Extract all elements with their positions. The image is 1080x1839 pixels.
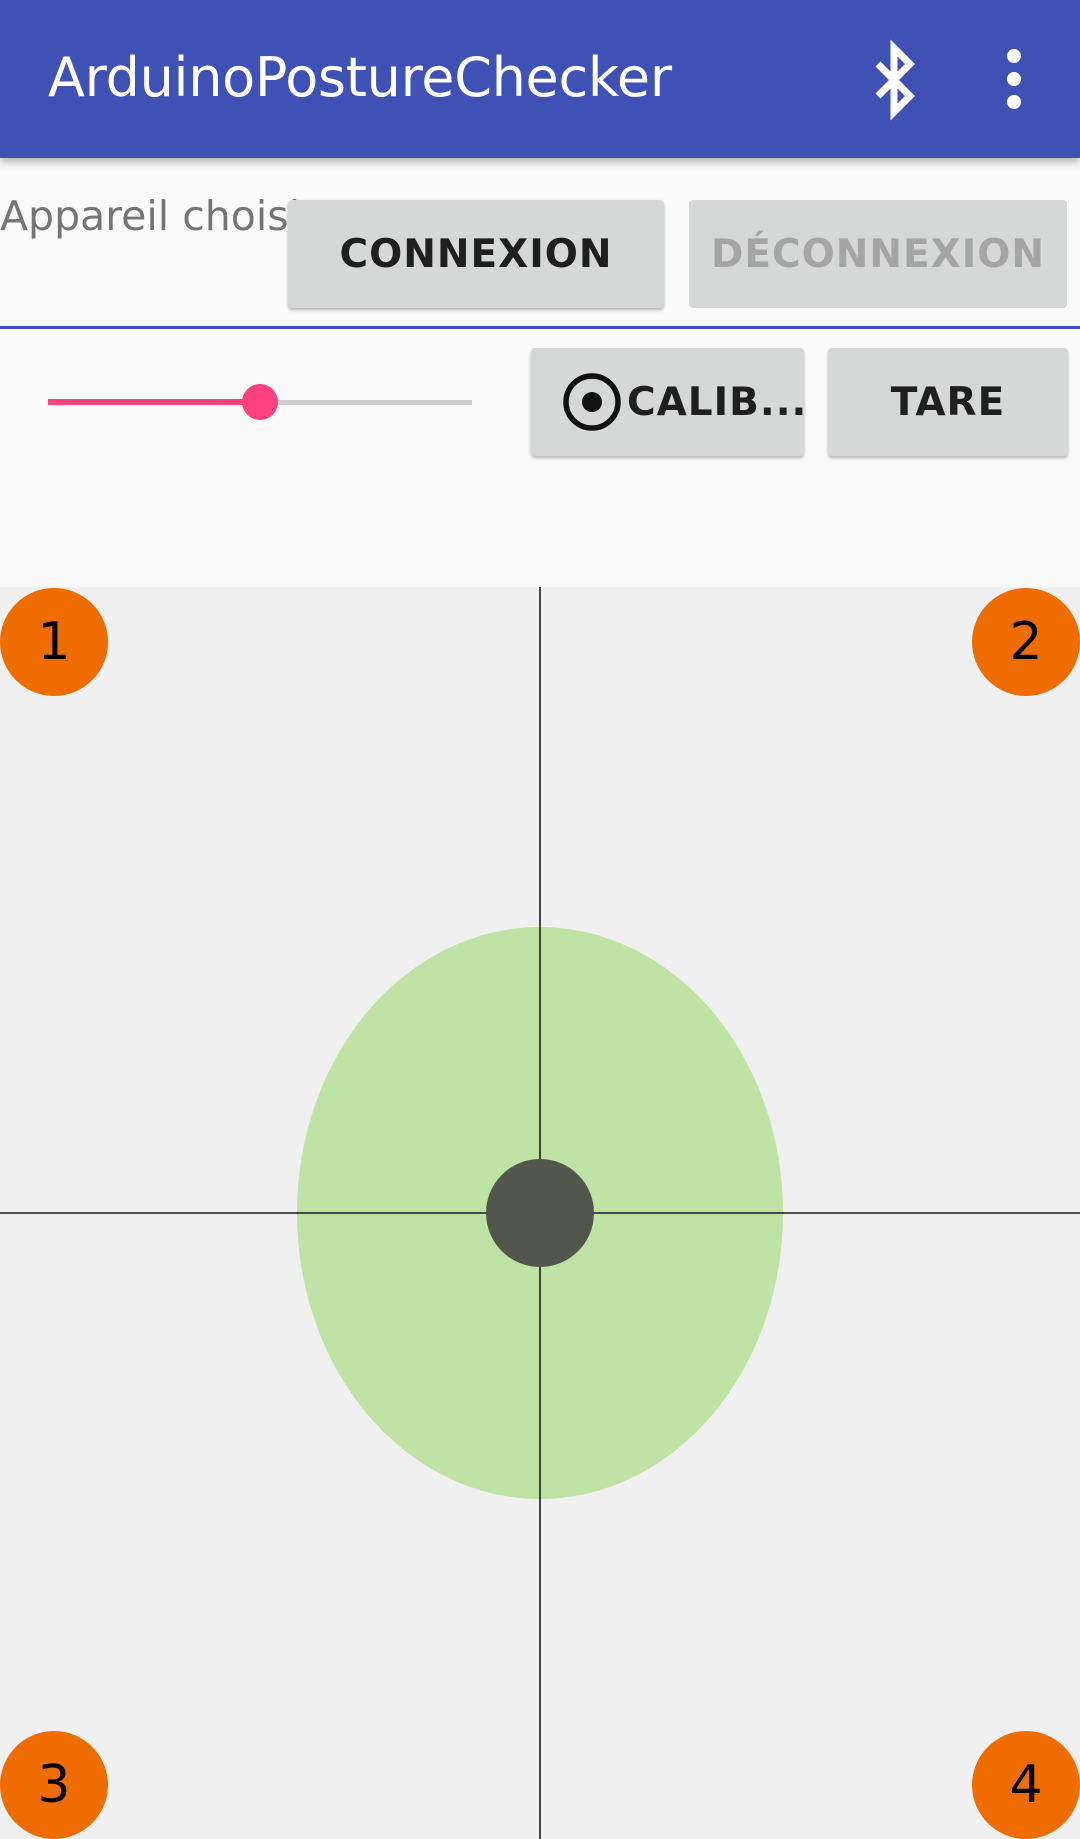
posture-canvas: 1 2 3 4: [0, 587, 1080, 1839]
sensitivity-slider[interactable]: [48, 376, 472, 428]
slider-fill: [48, 399, 260, 405]
divider: [0, 326, 1080, 329]
connect-button-label: CONNEXION: [339, 231, 613, 277]
bluetooth-icon: [875, 39, 915, 121]
tare-button-label: TARE: [890, 379, 1006, 425]
calibrate-button-label: CALIB...: [627, 379, 808, 425]
tare-button[interactable]: TARE: [828, 348, 1068, 456]
posture-drawing: [0, 587, 1080, 1839]
calibrate-button[interactable]: CALIB...: [531, 348, 808, 456]
disconnect-button: DÉCONNEXION: [689, 200, 1067, 308]
connect-button[interactable]: CONNEXION: [288, 200, 664, 308]
connection-row: Appareil choisi CONNEXION DÉCONNEXION: [0, 158, 1080, 328]
overflow-menu-button[interactable]: [970, 30, 1060, 130]
bluetooth-button[interactable]: [844, 30, 944, 130]
selected-device-label: Appareil choisi: [0, 192, 300, 240]
radio-target-icon: [563, 373, 621, 431]
app-bar: ArduinoPostureChecker: [0, 0, 1080, 158]
corner-sensor-1: 1: [0, 588, 108, 696]
more-vert-icon: [1007, 49, 1021, 109]
slider-thumb[interactable]: [242, 384, 278, 420]
corner-sensor-2: 2: [972, 588, 1080, 696]
corner-sensor-4: 4: [972, 1731, 1080, 1839]
posture-indicator: [486, 1159, 594, 1267]
corner-sensor-3: 3: [0, 1731, 108, 1839]
app-title: ArduinoPostureChecker: [48, 46, 672, 109]
disconnect-button-label: DÉCONNEXION: [710, 231, 1046, 277]
